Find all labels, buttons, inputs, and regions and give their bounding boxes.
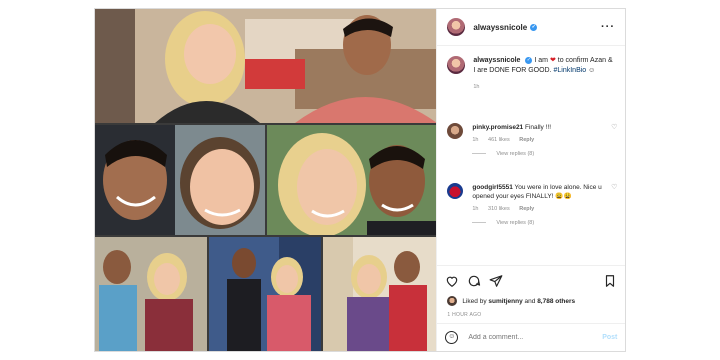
caption-hashtag[interactable]: #LinkInBio xyxy=(554,67,587,74)
comment-emoji: 😩😩 xyxy=(555,193,572,200)
liked-by: Liked by sumitjenny and 8,788 others xyxy=(437,290,625,306)
caption-text: alwayssnicole ✓ I am ❤ to confirm Azan &… xyxy=(473,56,615,92)
more-options-icon[interactable]: ··· xyxy=(601,21,615,33)
verified-badge-icon: ✓ xyxy=(530,23,538,31)
instagram-post: alwayssnicole ✓ ··· alwayssnicole ✓ I am … xyxy=(94,8,626,352)
comment-time: 1h xyxy=(472,137,479,143)
comment-likes[interactable]: 310 likes xyxy=(488,206,510,212)
comment-reply-button[interactable]: Reply xyxy=(519,206,534,212)
caption-emoji: ☺ xyxy=(588,67,596,74)
heart-emoji-icon: ❤ xyxy=(549,57,556,64)
photo-selfie-couple-2 xyxy=(267,125,437,235)
replies-divider xyxy=(472,222,487,224)
liker-avatar[interactable] xyxy=(447,296,458,306)
comment-text: Finally !!! xyxy=(525,124,552,131)
caption-avatar[interactable] xyxy=(447,56,466,74)
view-replies[interactable]: View replies (8) xyxy=(472,150,607,159)
replies-divider xyxy=(472,153,487,155)
liked-by-user[interactable]: sumitjenny xyxy=(488,298,522,305)
action-icons-row xyxy=(437,266,625,290)
comment-avatar[interactable] xyxy=(447,183,464,199)
heart-outline-icon[interactable]: ♡ xyxy=(611,123,617,159)
comment-item: pinky.promise21 Finally !!! 1h 461 likes… xyxy=(447,123,617,159)
paper-plane-icon[interactable] xyxy=(489,274,503,288)
bookmark-icon[interactable] xyxy=(603,274,617,288)
post-actions: Liked by sumitjenny and 8,788 others 1 H… xyxy=(437,265,626,318)
post-header: alwayssnicole ✓ ··· xyxy=(437,9,625,46)
post-caption: alwayssnicole ✓ I am ❤ to confirm Azan &… xyxy=(437,46,625,92)
comment-meta: 1h 310 likes Reply xyxy=(472,205,607,214)
liked-by-and: and xyxy=(524,297,536,305)
likes-count[interactable]: 8,788 others xyxy=(537,298,575,305)
photo-couple-couch xyxy=(95,9,437,123)
caption-time: 1h xyxy=(473,84,480,90)
comment-avatar[interactable] xyxy=(447,123,464,139)
smiley-icon[interactable]: ☺ xyxy=(445,331,459,344)
comment-reply-button[interactable]: Reply xyxy=(519,137,534,143)
comment-likes[interactable]: 461 likes xyxy=(488,137,510,143)
post-sidebar: alwayssnicole ✓ ··· alwayssnicole ✓ I am … xyxy=(436,9,626,351)
photo-standing-couple-3 xyxy=(323,237,437,351)
header-username[interactable]: alwayssnicole ✓ xyxy=(473,23,538,32)
caption-username[interactable]: alwayssnicole xyxy=(473,57,520,64)
add-comment-bar: ☺ Post xyxy=(437,323,626,351)
caption-text-before: I am xyxy=(534,57,548,64)
post-timestamp: 1 HOUR AGO xyxy=(447,312,482,318)
avatar[interactable] xyxy=(447,18,466,36)
photo-standing-couple-2 xyxy=(209,237,321,351)
view-replies[interactable]: View replies (8) xyxy=(472,219,607,228)
comment-input[interactable] xyxy=(468,334,603,341)
comment-username[interactable]: goodgirl5551 xyxy=(472,184,512,191)
comment-time: 1h xyxy=(472,206,479,212)
photo-standing-couple-1 xyxy=(95,237,207,351)
photo-selfie-couple-1 xyxy=(95,125,265,235)
comment-item: goodgirl5551 You were in love alone. Nic… xyxy=(447,183,617,228)
liked-by-prefix: Liked by xyxy=(462,297,487,305)
post-image-collage[interactable] xyxy=(95,9,437,351)
verified-badge-icon: ✓ xyxy=(525,56,533,64)
comment-username[interactable]: pinky.promise21 xyxy=(472,124,523,131)
post-comment-button[interactable]: Post xyxy=(602,334,617,341)
heart-outline-icon[interactable] xyxy=(445,274,459,288)
speech-bubble-icon[interactable] xyxy=(467,274,481,288)
comment-meta: 1h 461 likes Reply xyxy=(472,136,607,145)
heart-outline-icon[interactable]: ♡ xyxy=(611,183,617,228)
